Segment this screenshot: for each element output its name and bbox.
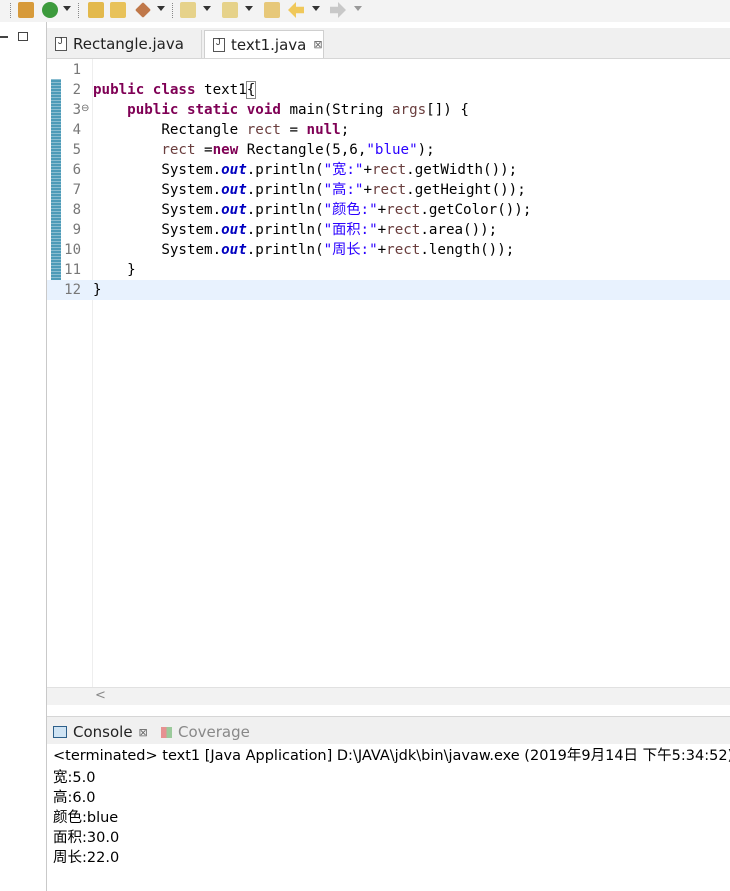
prev-annotation-icon[interactable]	[222, 2, 238, 18]
line-number: 5	[72, 142, 81, 158]
line-number: 7	[72, 182, 81, 198]
console-status: <terminated> text1 [Java Application] D:…	[53, 748, 730, 764]
scroll-left-icon[interactable]: <	[95, 688, 106, 703]
chevron-down-icon[interactable]	[354, 6, 362, 11]
line-number: 2	[72, 82, 81, 98]
console-output-line: 高:6.0	[53, 790, 96, 806]
code-line-2: 2 public class text1{	[47, 80, 730, 100]
tab-label: Rectangle.java	[73, 35, 184, 53]
main-toolbar	[0, 0, 730, 22]
package-icon[interactable]	[18, 2, 34, 18]
editor-tab-bar: Rectangle.java text1.java ⊠	[47, 28, 730, 59]
code-line-3: 3 ⊖ public static void main(String args[…	[47, 100, 730, 120]
chevron-down-icon[interactable]	[157, 6, 165, 11]
code-text: System.out.println("高:"+rect.getHeight()…	[93, 182, 526, 198]
code-line-11: 11 }	[47, 260, 730, 280]
chevron-down-icon[interactable]	[312, 6, 320, 11]
code-line-6: 6 System.out.println("宽:"+rect.getWidth(…	[47, 160, 730, 180]
refresh-run-icon[interactable]	[42, 2, 58, 18]
code-text: Rectangle rect = null;	[93, 122, 350, 138]
console-output[interactable]: <terminated> text1 [Java Application] D:…	[47, 744, 730, 891]
coverage-tab-label: Coverage	[178, 723, 250, 741]
left-view-strip	[0, 22, 47, 891]
open-folder-icon[interactable]	[88, 2, 104, 18]
next-annotation-icon[interactable]	[180, 2, 196, 18]
code-text: System.out.println("颜色:"+rect.getColor()…	[93, 202, 532, 218]
tab-coverage[interactable]: Coverage	[161, 721, 250, 743]
code-line-4: 4 Rectangle rect = null;	[47, 120, 730, 140]
code-line-7: 7 System.out.println("高:"+rect.getHeight…	[47, 180, 730, 200]
fold-icon[interactable]: ⊖	[81, 104, 89, 114]
forward-icon[interactable]	[330, 2, 346, 18]
line-number: 9	[72, 222, 81, 238]
line-number: 4	[72, 122, 81, 138]
chevron-down-icon[interactable]	[203, 6, 211, 11]
launch-icon[interactable]	[135, 2, 151, 18]
code-line-1: 1	[47, 60, 730, 80]
close-icon[interactable]: ⊠	[139, 726, 148, 739]
code-text: System.out.println("宽:"+rect.getWidth())…	[93, 162, 518, 178]
line-number: 6	[72, 162, 81, 178]
close-icon[interactable]: ⊠	[313, 38, 322, 51]
console-output-line: 宽:5.0	[53, 770, 96, 786]
java-file-icon	[213, 37, 225, 52]
console-tab-label: Console	[73, 723, 133, 741]
line-number: 8	[72, 202, 81, 218]
chevron-down-icon[interactable]	[63, 6, 71, 11]
tab-console[interactable]: Console ⊠	[53, 721, 148, 743]
code-line-5: 5 rect =new Rectangle(5,6,"blue");	[47, 140, 730, 160]
java-file-icon	[55, 36, 67, 51]
code-text: public static void main(String args[]) {	[127, 102, 469, 118]
console-tab-bar: Console ⊠ Coverage	[47, 716, 730, 745]
coverage-icon	[161, 726, 172, 738]
line-number: 1	[72, 62, 81, 78]
horizontal-scrollbar[interactable]: <	[47, 687, 730, 705]
tab-label: text1.java	[231, 35, 307, 54]
code-line-9: 9 System.out.println("面积:"+rect.area());	[47, 220, 730, 240]
maximize-icon[interactable]	[18, 32, 28, 41]
tab-rectangle-java[interactable]: Rectangle.java	[47, 30, 202, 58]
toolbar-separator	[78, 3, 80, 18]
chevron-down-icon[interactable]	[245, 6, 253, 11]
code-line-8: 8 System.out.println("颜色:"+rect.getColor…	[47, 200, 730, 220]
code-text: System.out.println("面积:"+rect.area());	[93, 222, 498, 238]
code-editor[interactable]: 1 2 public class text1{ 3 ⊖ public stati…	[47, 59, 730, 687]
code-text: }	[93, 282, 102, 298]
open-type-icon[interactable]	[110, 2, 126, 18]
line-number: 11	[64, 262, 81, 278]
code-text: public class text1{	[93, 81, 257, 99]
minimize-icon[interactable]	[0, 36, 8, 38]
console-output-line: 周长:22.0	[53, 850, 120, 866]
toolbar-separator	[172, 3, 174, 18]
tab-text1-java[interactable]: text1.java ⊠	[204, 30, 324, 58]
console-output-line: 面积:30.0	[53, 830, 120, 846]
console-output-line: 颜色:blue	[53, 810, 119, 826]
back-icon[interactable]	[288, 2, 304, 18]
code-line-12: 12 }	[47, 280, 730, 300]
last-edit-icon[interactable]	[264, 2, 280, 18]
line-number: 3	[72, 102, 81, 118]
console-icon	[53, 726, 67, 738]
toolbar-separator	[10, 3, 12, 18]
line-number: 10	[64, 242, 81, 258]
code-line-10: 10 System.out.println("周长:"+rect.length(…	[47, 240, 730, 260]
code-text: rect =new Rectangle(5,6,"blue");	[161, 142, 435, 158]
code-text: }	[93, 262, 136, 278]
code-text: System.out.println("周长:"+rect.length());	[93, 242, 515, 258]
line-number: 12	[64, 282, 81, 298]
